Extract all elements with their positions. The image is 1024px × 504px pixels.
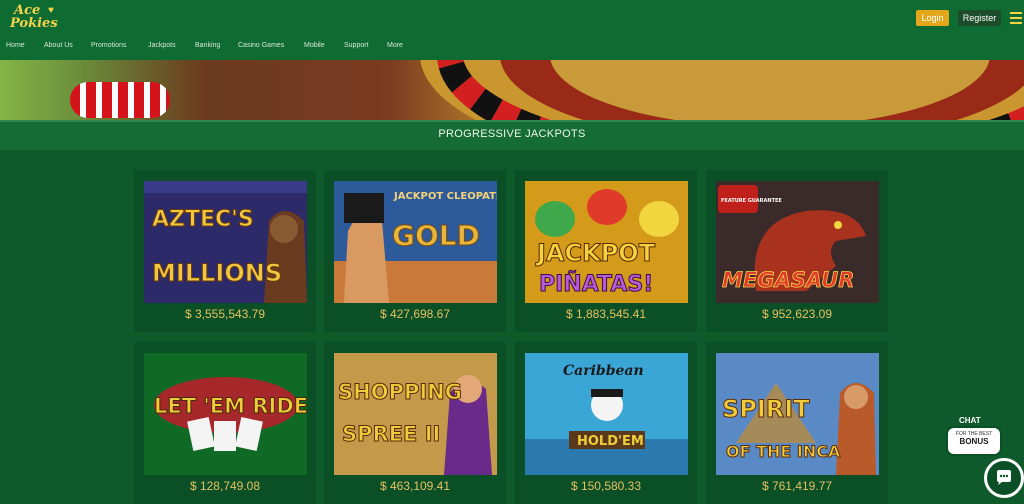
game-tile-cleopatras-gold[interactable]: JACKPOT CLEOPATRA'S GOLD $ 427,698.67 <box>324 170 506 332</box>
svg-text:SHOPPING: SHOPPING <box>338 380 462 404</box>
svg-text:AZTEC'S: AZTEC'S <box>152 207 254 232</box>
jackpot-amount: $ 463,109.41 <box>379 479 451 493</box>
nav-item-about-us[interactable]: About Us <box>44 42 73 49</box>
svg-text:FEATURE GUARANTEE: FEATURE GUARANTEE <box>721 198 782 204</box>
roulette-wheel-image <box>420 60 1024 120</box>
main-navigation: Home About Us Promotions Jackpots Bankin… <box>0 35 1024 60</box>
casino-chips-image <box>70 82 170 118</box>
nav-item-more[interactable]: More <box>387 42 403 49</box>
svg-text:JACKPOT: JACKPOT <box>535 239 656 267</box>
chat-bubble-big-text: BONUS <box>959 437 989 446</box>
svg-text:MEGASAUR: MEGASAUR <box>722 268 854 292</box>
game-thumbnail[interactable]: Caribbean HOLD'EM <box>525 353 688 475</box>
login-button[interactable]: Login <box>916 10 949 26</box>
register-button[interactable]: Register <box>958 10 1001 26</box>
svg-text:MILLIONS: MILLIONS <box>152 259 282 287</box>
jackpot-amount: $ 427,698.67 <box>379 307 451 321</box>
svg-text:JACKPOT CLEOPATRA'S: JACKPOT CLEOPATRA'S <box>393 191 497 202</box>
nav-item-promotions[interactable]: Promotions <box>91 42 126 49</box>
nav-item-casino-games[interactable]: Casino Games <box>238 42 284 49</box>
logo-line-2: Pokies <box>10 16 58 31</box>
jackpot-amount: $ 1,883,545.41 <box>565 307 647 321</box>
heart-icon: ♥ <box>48 5 54 16</box>
game-tile-jackpot-pinatas[interactable]: JACKPOT PIÑATAS! $ 1,883,545.41 <box>515 170 697 332</box>
jackpot-amount: $ 150,580.33 <box>570 479 642 493</box>
jackpot-amount: $ 3,555,543.79 <box>184 307 266 321</box>
jackpot-amount: $ 761,419.77 <box>761 479 833 493</box>
game-tile-aztecs-millions[interactable]: AZTEC'S MILLIONS $ 3,555,543.79 <box>134 170 316 332</box>
game-tile-megasaur[interactable]: FEATURE GUARANTEE MEGASAUR $ 952,623.09 <box>706 170 888 332</box>
jackpot-amount: $ 952,623.09 <box>761 307 833 321</box>
svg-text:PIÑATAS!: PIÑATAS! <box>539 271 653 297</box>
nav-item-support[interactable]: Support <box>344 42 369 49</box>
jackpot-amount: $ 128,749.08 <box>189 479 261 493</box>
nav-item-jackpots[interactable]: Jackpots <box>148 42 176 49</box>
svg-text:GOLD: GOLD <box>392 219 480 252</box>
game-thumbnail[interactable]: JACKPOT PIÑATAS! <box>525 181 688 303</box>
chat-button[interactable] <box>984 458 1024 498</box>
section-title: PROGRESSIVE JACKPOTS <box>438 128 586 140</box>
svg-text:SPREE II: SPREE II <box>342 422 440 446</box>
hero-banner <box>0 60 1024 120</box>
svg-text:LET 'EM RIDE: LET 'EM RIDE <box>154 394 307 418</box>
chat-label: CHAT <box>959 416 981 425</box>
nav-item-banking[interactable]: Banking <box>195 42 220 49</box>
nav-item-mobile[interactable]: Mobile <box>304 42 325 49</box>
game-thumbnail[interactable]: FEATURE GUARANTEE MEGASAUR <box>716 181 879 303</box>
game-tile-shopping-spree-ii[interactable]: SHOPPING SPREE II $ 463,109.41 <box>324 342 506 504</box>
game-tile-let-em-ride[interactable]: LET 'EM RIDE $ 128,749.08 <box>134 342 316 504</box>
section-title-bar: PROGRESSIVE JACKPOTS <box>0 120 1024 150</box>
chat-promo-bubble[interactable]: FOR THE BEST BONUS <box>946 426 1002 456</box>
svg-text:Caribbean: Caribbean <box>563 363 644 379</box>
game-thumbnail[interactable]: SHOPPING SPREE II <box>334 353 497 475</box>
nav-item-home[interactable]: Home <box>6 42 25 49</box>
chat-bubble-icon <box>997 470 1011 485</box>
svg-text:SPIRIT: SPIRIT <box>722 395 810 423</box>
game-thumbnail[interactable]: AZTEC'S MILLIONS <box>144 181 307 303</box>
game-tile-spirit-of-the-inca[interactable]: SPIRIT OF THE INCA $ 761,419.77 <box>706 342 888 504</box>
site-logo[interactable]: Ace ♥ Pokies <box>10 3 62 33</box>
game-thumbnail[interactable]: LET 'EM RIDE <box>144 353 307 475</box>
svg-text:HOLD'EM: HOLD'EM <box>577 434 644 449</box>
game-thumbnail[interactable]: JACKPOT CLEOPATRA'S GOLD <box>334 181 497 303</box>
svg-text:OF THE INCA: OF THE INCA <box>726 442 841 461</box>
game-thumbnail[interactable]: SPIRIT OF THE INCA <box>716 353 879 475</box>
top-bar: Ace ♥ Pokies Login Register <box>0 0 1024 35</box>
hamburger-menu-icon[interactable] <box>1010 12 1022 24</box>
game-tile-caribbean-holdem[interactable]: Caribbean HOLD'EM $ 150,580.33 <box>515 342 697 504</box>
